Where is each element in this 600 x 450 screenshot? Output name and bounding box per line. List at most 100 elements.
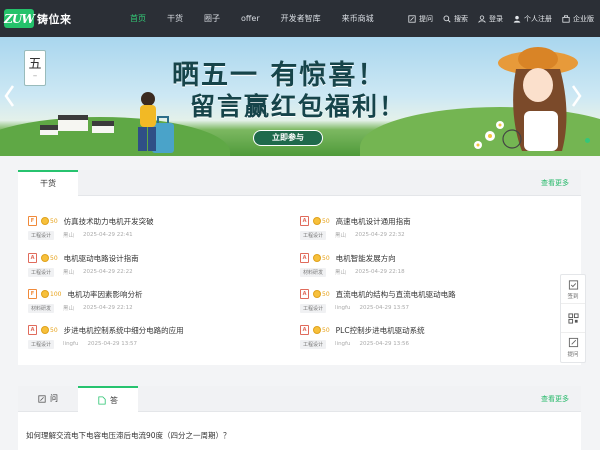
coin-icon <box>313 290 321 298</box>
item-tag[interactable]: 工程设计 <box>28 339 55 349</box>
item-author[interactable]: 黑山 <box>335 231 346 239</box>
tab-answer[interactable]: 答 <box>78 386 138 412</box>
qa-section-header: 问 答 查看更多 <box>18 386 581 412</box>
item-cost: 50 <box>322 290 330 298</box>
item-title-row: F 100 电机功率因素影响分析 <box>28 288 142 300</box>
join-now-button[interactable]: 立即参与 <box>253 130 323 146</box>
login-link[interactable]: 登录 <box>478 14 503 24</box>
qa-section: 问 答 查看更多 如何理解交流电下电容电压滞后电流90度（四分之一周期）？ <box>18 386 581 450</box>
item-author[interactable]: lingfu <box>335 305 350 311</box>
item-title[interactable]: 步进电机控制系统中细分电路的应用 <box>64 325 184 336</box>
ganhuo-list-item[interactable]: A 50 高速电机设计通用指南 工程设计 黑山 2025-04-29 22:32 <box>300 215 550 243</box>
item-time: 2025-04-29 22:32 <box>355 232 405 238</box>
item-author[interactable]: lingfu <box>335 341 350 347</box>
item-title-row: A 50 电机驱动电路设计指南 <box>28 252 139 264</box>
coin-icon <box>41 290 49 298</box>
item-time: 2025-04-29 22:41 <box>83 232 133 238</box>
nav-item-coin-mall[interactable]: 来币商城 <box>342 0 374 37</box>
item-title-row: A 50 高速电机设计通用指南 <box>300 215 411 227</box>
item-tag[interactable]: 工程设计 <box>300 303 327 313</box>
item-author[interactable]: 黑山 <box>63 231 74 239</box>
item-tag[interactable]: 工程设计 <box>28 267 55 277</box>
nav-item-developer-library[interactable]: 开发者智库 <box>281 0 321 37</box>
item-title[interactable]: 直流电机的结构与直流电机驱动电路 <box>336 289 456 300</box>
ganhuo-list-item[interactable]: A 50 电机驱动电路设计指南 工程设计 黑山 2025-04-29 22:22 <box>28 252 278 280</box>
item-title[interactable]: 仿真技术助力电机开发突破 <box>64 216 154 227</box>
item-author[interactable]: 黑山 <box>63 268 74 276</box>
edit-icon <box>38 395 46 403</box>
qr-code-button[interactable] <box>561 304 585 333</box>
item-cost: 50 <box>50 326 58 334</box>
float-ask-button[interactable]: 提问 <box>561 333 585 362</box>
item-meta-row: 工程设计 黑山 2025-04-29 22:32 <box>300 230 405 240</box>
checkin-label: 签到 <box>567 293 579 300</box>
carousel-dot[interactable] <box>585 138 590 143</box>
register-link[interactable]: 个人注册 <box>513 14 552 24</box>
house-shape <box>58 115 88 131</box>
item-title[interactable]: 高速电机设计通用指南 <box>336 216 411 227</box>
item-title[interactable]: 电机智能发展方向 <box>336 253 396 264</box>
nav-item-offer[interactable]: offer <box>241 0 260 37</box>
enterprise-label: 企业版 <box>573 14 594 23</box>
chevron-right-icon[interactable] <box>568 82 584 110</box>
pdf-icon: A <box>300 216 309 226</box>
nav-item-ganhuo[interactable]: 干货 <box>167 0 183 37</box>
tab-ganhuo[interactable]: 干货 <box>18 170 78 196</box>
ganhuo-list-item[interactable]: A 50 步进电机控制系统中细分电路的应用 工程设计 lingfu 2025-04-29 … <box>28 324 278 352</box>
ganhuo-section-header: 干货 查看更多 <box>18 170 581 196</box>
traveler-illustration <box>138 92 174 153</box>
tab-ask[interactable]: 问 <box>18 386 78 412</box>
ganhuo-list-item[interactable]: A 50 PLC控制步进电机驱动系统 工程设计 lingfu 2025-04-29 13:… <box>300 324 550 352</box>
ganhuo-see-more-link[interactable]: 查看更多 <box>541 170 569 196</box>
nav-item-home[interactable]: 首页 <box>130 0 146 37</box>
search-link[interactable]: 搜索 <box>443 14 468 24</box>
question-link[interactable]: 如何理解交流电下电容电压滞后电流90度（四分之一周期）？ <box>26 430 231 441</box>
item-tag[interactable]: 材料研发 <box>300 267 327 277</box>
item-tag[interactable]: 工程设计 <box>28 230 55 240</box>
house-shape <box>40 125 58 135</box>
enterprise-link[interactable]: 企业版 <box>562 14 594 24</box>
item-title-row: A 50 步进电机控制系统中细分电路的应用 <box>28 324 184 336</box>
promo-banner[interactable]: 五 ━━ 晒五一 有惊喜！ 留言赢红包福利！ 立即参与 <box>0 37 600 156</box>
item-meta-row: 工程设计 黑山 2025-04-29 22:41 <box>28 230 133 240</box>
pdf-icon: A <box>300 253 309 263</box>
coin-icon <box>313 326 321 334</box>
item-author[interactable]: 黑山 <box>335 268 346 276</box>
coin-icon <box>41 217 49 225</box>
nav-item-circle[interactable]: 圈子 <box>204 0 220 37</box>
checkin-button[interactable]: 签到 <box>561 275 585 304</box>
item-time: 2025-04-29 22:18 <box>355 269 405 275</box>
item-cost: 100 <box>50 290 62 298</box>
item-author[interactable]: 黑山 <box>63 304 74 312</box>
site-logo[interactable]: ZUW 铸位来 <box>4 9 72 28</box>
item-title[interactable]: 电机驱动电路设计指南 <box>64 253 139 264</box>
calendar-badge: 五 ━━ <box>24 50 46 86</box>
item-tag[interactable]: 工程设计 <box>300 230 327 240</box>
item-title-row: A 50 PLC控制步进电机驱动系统 <box>300 324 425 336</box>
item-meta-row: 材料研发 黑山 2025-04-29 22:18 <box>300 267 405 277</box>
item-time: 2025-04-29 13:56 <box>359 341 410 347</box>
item-title[interactable]: PLC控制步进电机驱动系统 <box>336 325 425 336</box>
item-time: 2025-04-29 13:57 <box>87 341 138 347</box>
item-tag[interactable]: 工程设计 <box>300 339 327 349</box>
logo-text: 铸位来 <box>37 12 72 26</box>
item-author[interactable]: lingfu <box>63 341 78 347</box>
banner-subheadline: 留言赢红包福利！ <box>190 92 407 121</box>
ask-link[interactable]: 提问 <box>408 14 433 24</box>
top-navigation-bar: ZUW 铸位来 首页 干货 圈子 offer 开发者智库 来币商城 提问 搜索 … <box>0 0 600 37</box>
ganhuo-list-item[interactable]: F 100 电机功率因素影响分析 材料研发 黑山 2025-04-29 22:12 <box>28 288 278 316</box>
item-cost: 50 <box>322 254 330 262</box>
item-tag[interactable]: 材料研发 <box>28 303 55 313</box>
item-title-row: F 50 仿真技术助力电机开发突破 <box>28 215 154 227</box>
qa-see-more-link[interactable]: 查看更多 <box>541 386 569 412</box>
edit-icon <box>568 337 578 348</box>
chevron-left-icon[interactable] <box>2 82 18 110</box>
calendar-sub: ━━ <box>33 74 37 78</box>
item-title[interactable]: 电机功率因素影响分析 <box>67 289 142 300</box>
ganhuo-list-item[interactable]: A 50 电机智能发展方向 材料研发 黑山 2025-04-29 22:18 <box>300 252 550 280</box>
item-title-row: A 50 电机智能发展方向 <box>300 252 396 264</box>
ganhuo-list-item[interactable]: F 50 仿真技术助力电机开发突破 工程设计 黑山 2025-04-29 22:41 <box>28 215 278 243</box>
item-time: 2025-04-29 22:12 <box>83 305 133 311</box>
ganhuo-list-item[interactable]: A 50 直流电机的结构与直流电机驱动电路 工程设计 lingfu 2025-04-29 … <box>300 288 550 316</box>
pdf-icon: A <box>28 325 37 335</box>
